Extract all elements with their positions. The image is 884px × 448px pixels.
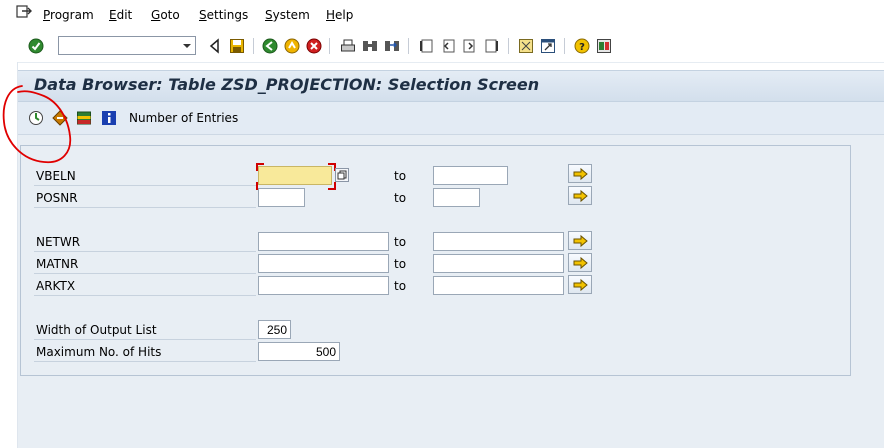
posnr-low-input[interactable] (258, 188, 305, 207)
toolbar-separator (329, 38, 330, 54)
label-underline (34, 361, 256, 362)
menu-system[interactable]: System (265, 8, 310, 22)
vbeln-low-input[interactable] (258, 166, 332, 185)
menu-goto[interactable]: Goto (151, 8, 180, 22)
label-underline (34, 185, 256, 186)
previous-page-icon[interactable] (440, 38, 456, 54)
posnr-high-input[interactable] (433, 188, 480, 207)
print-icon[interactable] (340, 38, 356, 54)
cancel-icon[interactable] (306, 38, 322, 54)
netwr-low-input[interactable] (258, 232, 389, 251)
enter-icon[interactable] (28, 38, 44, 54)
back-green-icon[interactable] (262, 38, 278, 54)
label-underline (34, 273, 256, 274)
arktx-high-input[interactable] (433, 276, 564, 295)
multiple-selection-button[interactable] (568, 231, 592, 250)
arrow-right-icon (573, 256, 588, 270)
last-page-icon[interactable] (484, 38, 500, 54)
arktx-low-input[interactable] (258, 276, 389, 295)
shortcut-icon[interactable] (540, 38, 556, 54)
system-menu-icon[interactable] (16, 5, 32, 19)
width-of-output-list-label: Width of Output List (36, 323, 157, 337)
toolbar-separator (508, 38, 509, 54)
arrow-right-icon (573, 167, 588, 181)
to-label: to (394, 279, 407, 293)
matnr-low-input[interactable] (258, 254, 389, 273)
f4-help-icon[interactable] (335, 168, 349, 182)
find-next-icon[interactable] (384, 38, 400, 54)
help-icon[interactable]: ? (574, 38, 590, 54)
menu-mnemonic: G (151, 8, 161, 22)
create-session-icon[interactable] (518, 38, 534, 54)
menu-mnemonic: E (109, 8, 117, 22)
width-of-output-list-input[interactable] (258, 320, 291, 339)
multiple-selection-button[interactable] (568, 164, 592, 183)
menu-edit[interactable]: Edit (109, 8, 132, 22)
to-label: to (394, 191, 407, 205)
vbeln-high-input[interactable] (433, 166, 508, 185)
first-page-icon[interactable] (418, 38, 434, 54)
maximum-hits-label: Maximum No. of Hits (36, 345, 162, 359)
label-underline (34, 295, 256, 296)
netwr-high-input[interactable] (433, 232, 564, 251)
multiple-selection-button[interactable] (568, 275, 592, 294)
toolbar-separator (564, 38, 565, 54)
find-icon[interactable] (362, 38, 378, 54)
save-icon[interactable] (229, 38, 245, 54)
command-field[interactable] (58, 36, 196, 55)
customize-layout-icon[interactable] (596, 38, 612, 54)
to-label: to (394, 169, 407, 183)
field-label-posnr: POSNR (36, 191, 78, 205)
arrow-right-icon (573, 278, 588, 292)
required-marker (256, 163, 264, 171)
field-label-netwr: NETWR (36, 235, 81, 249)
to-label: to (394, 235, 407, 249)
toolbar-separator (253, 38, 254, 54)
menu-mnemonic: P (43, 8, 51, 22)
field-label-arktx: ARKTX (36, 279, 76, 293)
label-underline (34, 207, 256, 208)
chevron-down-icon[interactable] (180, 38, 194, 53)
maximum-hits-input[interactable] (258, 342, 340, 361)
matnr-high-input[interactable] (433, 254, 564, 273)
page-title: Data Browser: Table ZSD_PROJECTION: Sele… (34, 75, 540, 94)
toolbar-separator (408, 38, 409, 54)
menu-bar (0, 0, 884, 30)
field-label-matnr: MATNR (36, 257, 79, 271)
svg-text:?: ? (579, 42, 585, 53)
menu-program[interactable]: Program (43, 8, 94, 22)
required-marker (328, 182, 336, 190)
multiple-selection-button[interactable] (568, 186, 592, 205)
menu-settings[interactable]: Settings (199, 8, 248, 22)
annotation-circle-icon (2, 85, 72, 164)
multiple-selection-button[interactable] (568, 253, 592, 272)
exit-icon[interactable] (284, 38, 300, 54)
next-page-icon[interactable] (462, 38, 478, 54)
menu-mnemonic: S (265, 8, 273, 22)
info-icon[interactable] (101, 110, 117, 126)
to-label: to (394, 257, 407, 271)
arrow-right-icon (573, 189, 588, 203)
menu-mnemonic: H (326, 8, 336, 22)
number-of-entries-button[interactable]: Number of Entries (129, 111, 238, 125)
back-icon[interactable] (207, 38, 223, 54)
arrow-right-icon (573, 234, 588, 248)
label-underline (34, 251, 256, 252)
label-underline (34, 339, 256, 340)
field-label-vbeln: VBELN (36, 169, 76, 183)
menu-mnemonic: S (199, 8, 207, 22)
menu-help[interactable]: Help (326, 8, 353, 22)
